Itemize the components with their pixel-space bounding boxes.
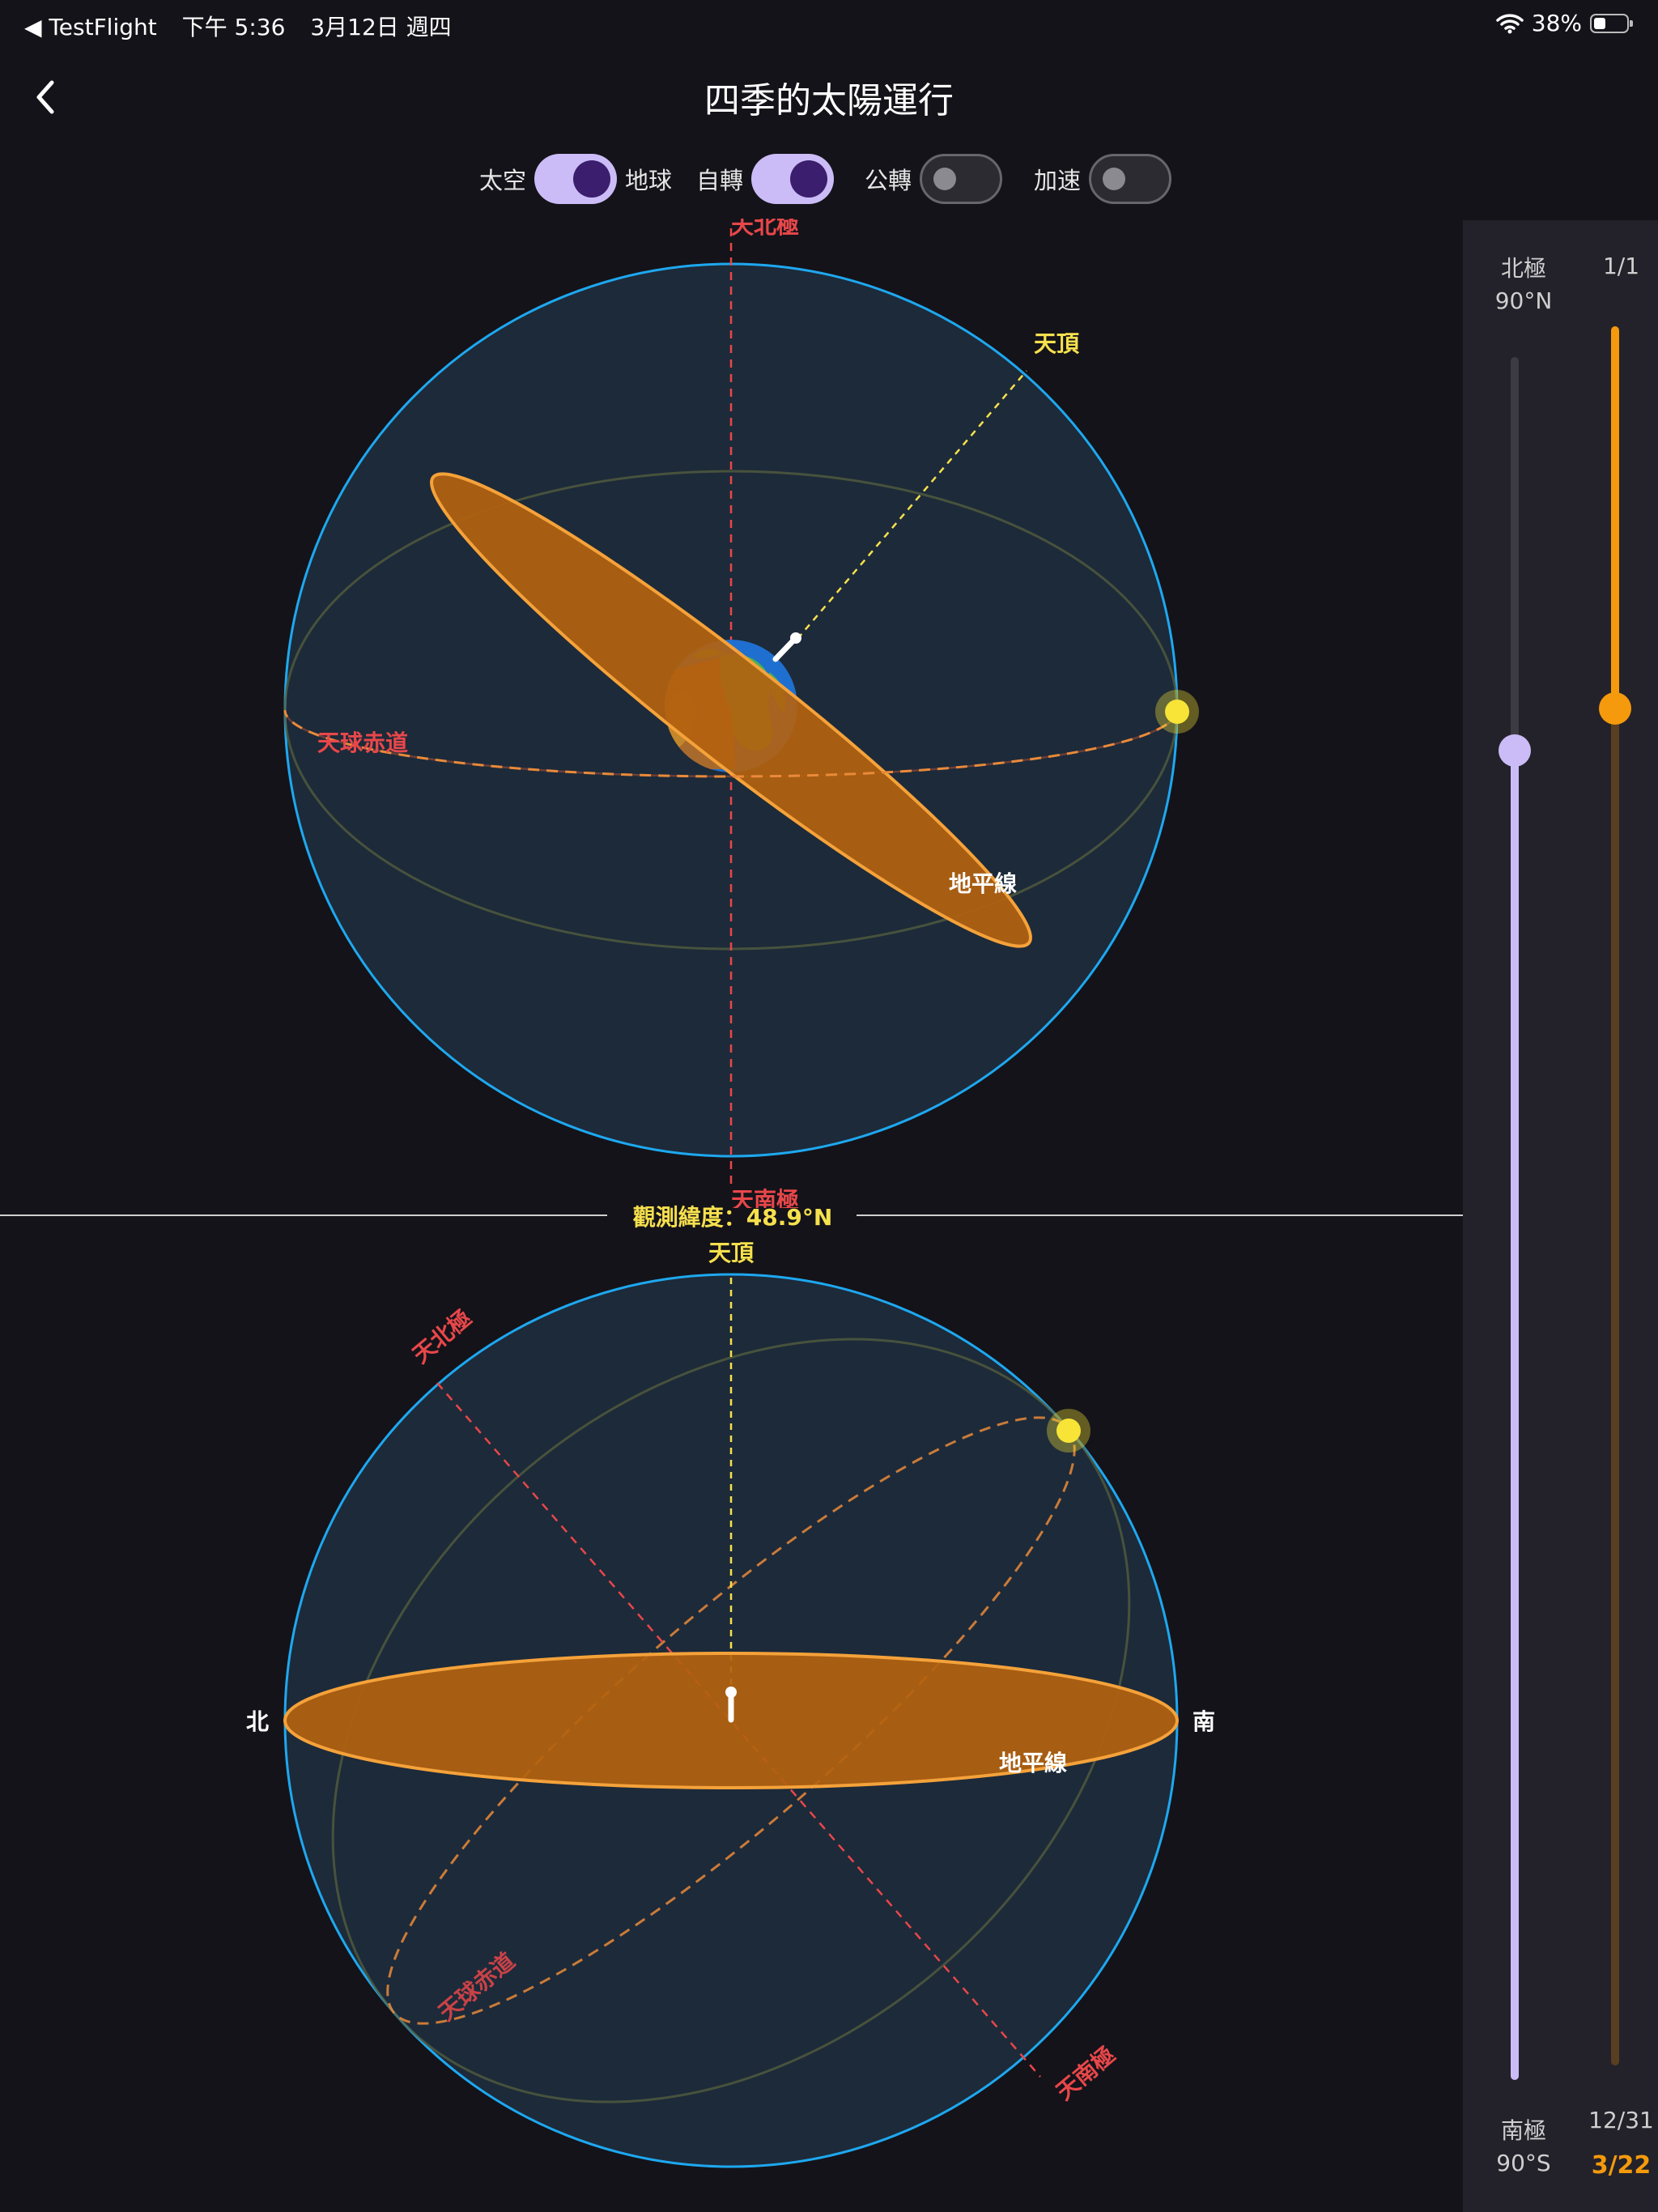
latitude-south-value: 90°S: [1496, 2150, 1551, 2176]
switch-knob: [933, 168, 957, 190]
switch-knob: [573, 160, 611, 198]
observer-pin-head: [725, 1687, 737, 1698]
zenith-label: 天頂: [708, 1240, 755, 1266]
zenith-label: 天頂: [1034, 330, 1080, 357]
divider-left: [0, 1214, 607, 1216]
toggle-label-speedup: 加速: [1034, 167, 1082, 194]
toggle-label-earth: 地球: [625, 167, 673, 194]
divider-right: [857, 1214, 1463, 1216]
latitude-south-pole-text: 南極: [1500, 2117, 1546, 2144]
horizon-label: 地平線: [999, 1750, 1067, 1776]
toggle-label-revolution: 公轉: [865, 167, 912, 194]
latitude-top-label: 北極 90°N: [1463, 253, 1584, 317]
rotation-switch[interactable]: [751, 154, 835, 204]
battery-icon: [1590, 13, 1633, 33]
wifi-icon: [1496, 13, 1524, 33]
status-bar: ◀ TestFlight 下午 5:36 3月12日 週四 38%: [0, 0, 1658, 52]
space-view-diagram: 天北極 天南極 天頂 天球赤道 地平線: [283, 219, 1199, 1208]
date-slider-fill: [1611, 326, 1619, 709]
side-panel: 北極 90°N 南極 90°S 1/1 12/31 3/22: [1463, 220, 1658, 2212]
sun-icon: [1056, 1419, 1081, 1443]
celestial-north-pole-label: 天北極: [407, 1304, 477, 1368]
rotation-toggle-group: 自轉: [696, 154, 842, 204]
horizon-label: 地平線: [949, 870, 1017, 897]
date-start-label: 1/1: [1602, 253, 1640, 279]
date-current-label: 3/22: [1591, 2151, 1652, 2180]
sun-icon: [1165, 700, 1189, 724]
speedup-switch[interactable]: [1089, 154, 1172, 204]
latitude-slider-fill: [1511, 750, 1519, 2080]
toggle-label-rotation: 自轉: [696, 167, 744, 194]
space-earth-toggle-group: 太空 地球: [479, 154, 672, 204]
date-slider-thumb[interactable]: [1599, 692, 1631, 725]
celestial-south-pole-label: 天南極: [1051, 2041, 1120, 2105]
space-earth-switch[interactable]: [534, 154, 618, 204]
earth-view-diagram: 天頂 天北極 天南極 天球赤道 地平線 北 南: [246, 1240, 1215, 2168]
latitude-slider-thumb[interactable]: [1499, 734, 1531, 767]
revolution-toggle-group: 公轉: [865, 154, 1010, 204]
observer-pin-head: [790, 632, 801, 644]
north-direction-label: 北: [246, 1708, 269, 1735]
latitude-north-pole-text: 北極: [1500, 255, 1546, 282]
date-end-label: 12/31: [1588, 2107, 1654, 2133]
south-direction-label: 南: [1192, 1708, 1215, 1735]
celestial-north-pole-label: 天北極: [731, 219, 799, 239]
speedup-toggle-group: 加速: [1034, 154, 1180, 204]
latitude-bottom-label: 南極 90°S: [1463, 2115, 1584, 2180]
back-to-app-link[interactable]: ◀ TestFlight: [24, 14, 157, 40]
status-time: 下午 5:36: [181, 14, 286, 40]
switch-knob: [1103, 168, 1126, 190]
battery-level: [1594, 17, 1605, 29]
page-title: 四季的太陽運行: [704, 80, 954, 121]
status-date: 3月12日 週四: [310, 14, 452, 40]
switch-knob: [790, 160, 828, 198]
battery-percent: 38%: [1531, 10, 1582, 36]
celestial-equator-label: 天球赤道: [317, 730, 408, 756]
latitude-north-value: 90°N: [1494, 287, 1553, 314]
revolution-switch[interactable]: [920, 154, 1003, 204]
toggle-label-space: 太空: [479, 167, 527, 194]
